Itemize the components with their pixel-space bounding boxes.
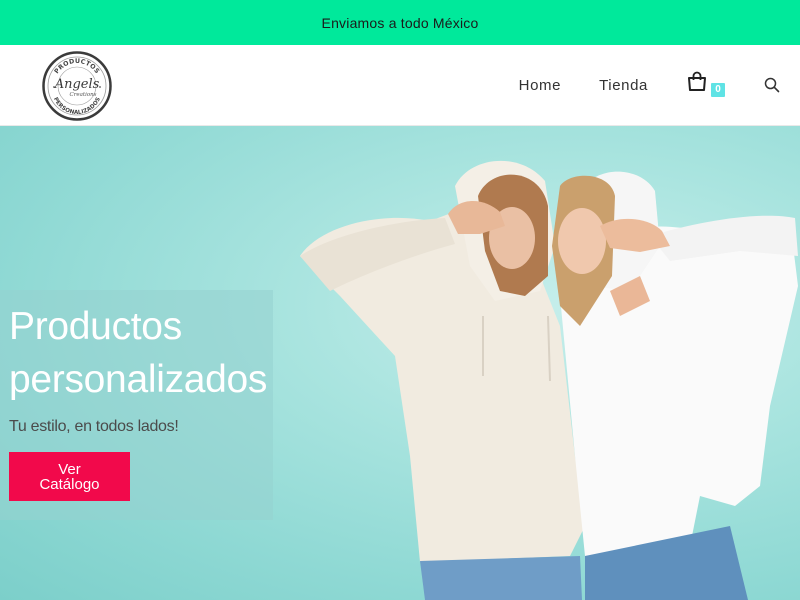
nav-home[interactable]: Home — [519, 77, 561, 94]
announcement-text: Enviamos a todo México — [321, 14, 479, 31]
hero-subtitle: Tu estilo, en todos lados! — [9, 418, 179, 435]
main-nav: Home Tienda 0 — [519, 45, 800, 125]
hero-title: Productos personalizados — [9, 305, 268, 401]
svg-text:Angels: Angels — [54, 77, 100, 92]
button-label-line2: Catálogo — [39, 475, 100, 493]
cart-count-badge: 0 — [711, 83, 725, 97]
brand-logo[interactable]: PRODUCTOS PERSONALIZADOS Angels Creation… — [42, 51, 112, 121]
site-header: PRODUCTOS PERSONALIZADOS Angels Creation… — [0, 45, 800, 126]
announcement-bar: Enviamos a todo México — [0, 0, 800, 45]
search-button[interactable] — [764, 77, 780, 93]
ver-catalogo-button[interactable]: Ver Catálogo — [9, 452, 130, 501]
button-label-line1: Ver — [58, 460, 81, 478]
nav-tienda[interactable]: Tienda — [599, 77, 648, 94]
svg-text:Creations: Creations — [69, 92, 96, 98]
cart-button[interactable]: 0 — [686, 70, 726, 100]
search-icon — [764, 77, 780, 93]
shopping-bag-icon — [688, 71, 706, 91]
hero-banner: Productos personalizados Tu estilo, en t… — [0, 126, 800, 600]
logo-seal-icon: PRODUCTOS PERSONALIZADOS Angels Creation… — [42, 51, 112, 121]
